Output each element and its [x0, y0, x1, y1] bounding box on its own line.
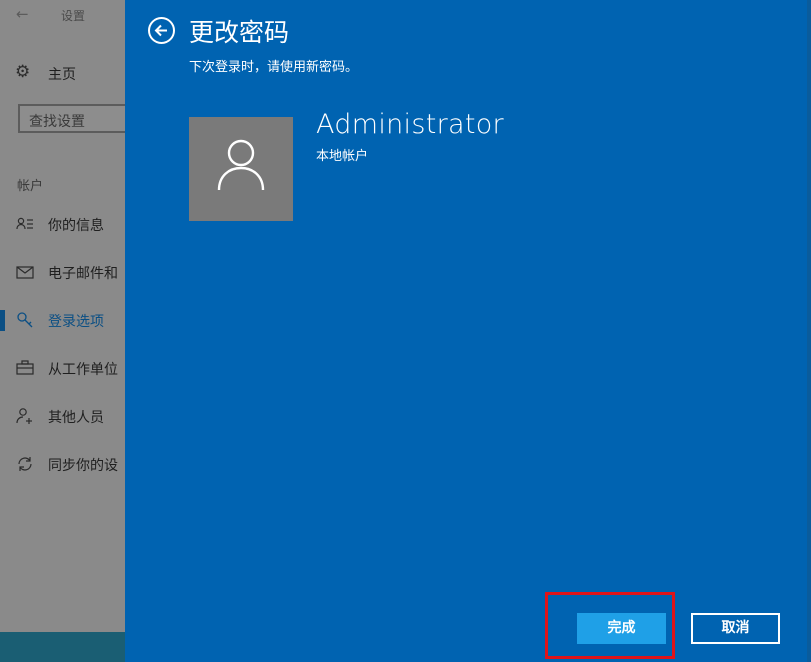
title-bar: ← 设置: [0, 0, 125, 32]
sidebar-item-label: 其他人员: [48, 410, 104, 426]
person-list-icon: [16, 215, 34, 233]
sync-icon: [16, 455, 34, 473]
avatar: [189, 117, 293, 221]
sidebar-item-label: 电子邮件和: [48, 266, 118, 282]
back-arrow-icon: [154, 24, 167, 37]
active-indicator: [0, 310, 5, 331]
search-input[interactable]: 查找设置: [18, 104, 125, 133]
user-icon: [217, 139, 265, 191]
account-type: 本地帐户: [316, 149, 369, 164]
person-add-icon: [16, 407, 34, 425]
change-password-dialog: 更改密码 下次登录时，请使用新密码。 Administrator 本地帐户 完成…: [125, 0, 811, 662]
dialog-subtitle: 下次登录时，请使用新密码。: [189, 60, 359, 75]
taskbar-strip: [0, 632, 125, 662]
sidebar-item-label: 从工作单位: [48, 362, 118, 378]
sidebar-item-your-info[interactable]: 你的信息: [0, 208, 125, 240]
sidebar-item-sign-in-options[interactable]: 登录选项: [0, 304, 125, 336]
sidebar-item-sync[interactable]: 同步你的设: [0, 448, 125, 480]
section-label: 帐户: [17, 179, 44, 194]
gear-icon: ⚙: [15, 62, 31, 82]
sidebar-item-other-people[interactable]: 其他人员: [0, 400, 125, 432]
back-arrow-icon[interactable]: ←: [16, 5, 29, 23]
key-icon: [16, 311, 34, 329]
window-title: 设置: [61, 9, 86, 23]
sidebar-item-label: 登录选项: [48, 314, 104, 330]
sidebar-item-label: 你的信息: [48, 218, 104, 234]
dialog-title: 更改密码: [189, 18, 290, 47]
finish-button[interactable]: 完成: [577, 613, 666, 644]
mail-icon: [16, 263, 34, 281]
dialog-edge: [807, 0, 811, 662]
sidebar-item-email[interactable]: 电子邮件和: [0, 256, 125, 288]
briefcase-icon: [16, 359, 34, 377]
sidebar-item-label: 同步你的设: [48, 458, 118, 474]
settings-window-background: ← 设置 ⚙ 主页 查找设置 帐户 你的信息 电子邮件和 登录选项 从工作单位: [0, 0, 125, 662]
home-label: 主页: [48, 67, 76, 83]
back-button[interactable]: [148, 17, 175, 44]
sidebar-item-work-access[interactable]: 从工作单位: [0, 352, 125, 384]
cancel-button[interactable]: 取消: [691, 613, 780, 644]
user-name: Administrator: [316, 109, 504, 140]
search-placeholder: 查找设置: [29, 114, 85, 130]
home-nav-item[interactable]: ⚙ 主页: [0, 58, 125, 88]
